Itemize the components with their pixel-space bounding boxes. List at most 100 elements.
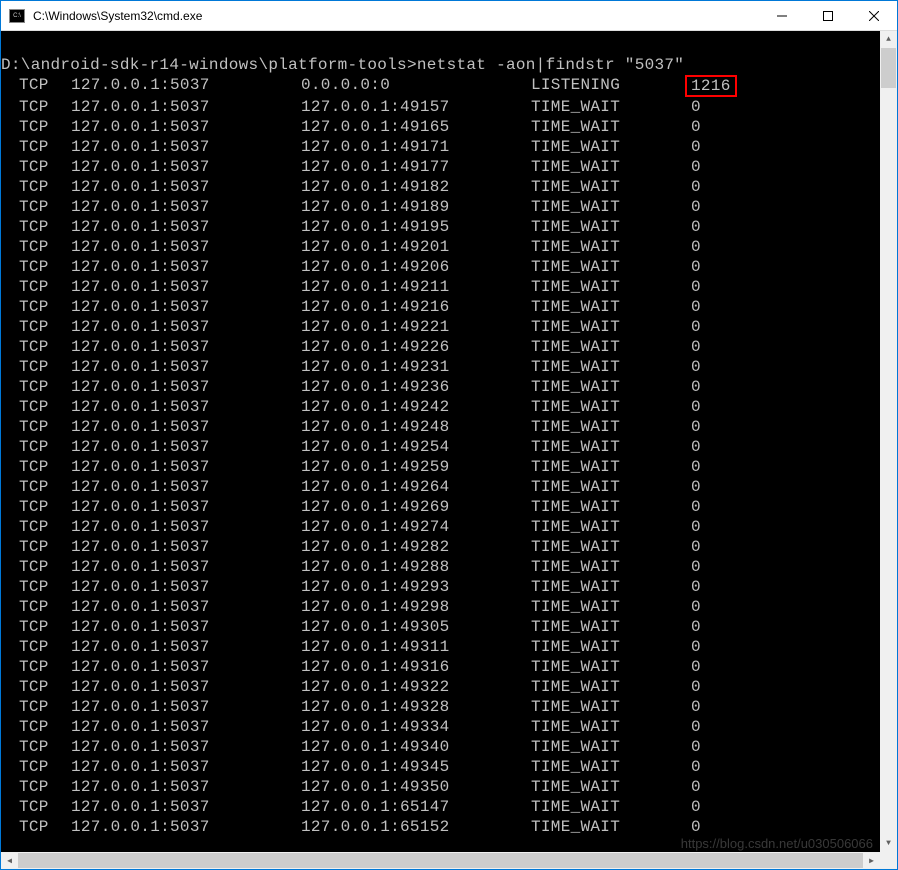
state-cell: TIME_WAIT bbox=[531, 637, 691, 657]
proto-cell: TCP bbox=[1, 237, 71, 257]
netstat-row: TCP127.0.0.1:5037127.0.0.1:49311TIME_WAI… bbox=[1, 637, 880, 657]
proto-cell: TCP bbox=[1, 817, 71, 837]
foreign-address-cell: 127.0.0.1:65152 bbox=[301, 817, 531, 837]
foreign-address-cell: 127.0.0.1:49171 bbox=[301, 137, 531, 157]
foreign-address-cell: 127.0.0.1:49350 bbox=[301, 777, 531, 797]
local-address-cell: 127.0.0.1:5037 bbox=[71, 537, 301, 557]
local-address-cell: 127.0.0.1:5037 bbox=[71, 637, 301, 657]
vertical-scrollbar[interactable]: ▲ ▼ bbox=[880, 31, 897, 852]
local-address-cell: 127.0.0.1:5037 bbox=[71, 277, 301, 297]
window-title: C:\Windows\System32\cmd.exe bbox=[31, 9, 759, 23]
pid-cell: 0 bbox=[691, 497, 771, 517]
maximize-button[interactable] bbox=[805, 1, 851, 30]
local-address-cell: 127.0.0.1:5037 bbox=[71, 737, 301, 757]
proto-cell: TCP bbox=[1, 777, 71, 797]
state-cell: TIME_WAIT bbox=[531, 537, 691, 557]
state-cell: TIME_WAIT bbox=[531, 557, 691, 577]
terminal-output[interactable]: D:\android-sdk-r14-windows\platform-tool… bbox=[1, 31, 880, 852]
local-address-cell: 127.0.0.1:5037 bbox=[71, 197, 301, 217]
vertical-scroll-track[interactable] bbox=[880, 48, 897, 835]
local-address-cell: 127.0.0.1:5037 bbox=[71, 97, 301, 117]
scroll-down-button[interactable]: ▼ bbox=[880, 835, 897, 852]
pid-cell: 0 bbox=[691, 277, 771, 297]
local-address-cell: 127.0.0.1:5037 bbox=[71, 497, 301, 517]
foreign-address-cell: 127.0.0.1:49322 bbox=[301, 677, 531, 697]
local-address-cell: 127.0.0.1:5037 bbox=[71, 237, 301, 257]
state-cell: TIME_WAIT bbox=[531, 497, 691, 517]
pid-cell: 0 bbox=[691, 297, 771, 317]
netstat-row: TCP127.0.0.1:5037127.0.0.1:49298TIME_WAI… bbox=[1, 597, 880, 617]
horizontal-scroll-track[interactable] bbox=[18, 852, 863, 869]
local-address-cell: 127.0.0.1:5037 bbox=[71, 297, 301, 317]
state-cell: TIME_WAIT bbox=[531, 297, 691, 317]
pid-cell: 0 bbox=[691, 557, 771, 577]
close-button[interactable] bbox=[851, 1, 897, 30]
state-cell: TIME_WAIT bbox=[531, 757, 691, 777]
local-address-cell: 127.0.0.1:5037 bbox=[71, 817, 301, 837]
local-address-cell: 127.0.0.1:5037 bbox=[71, 697, 301, 717]
foreign-address-cell: 127.0.0.1:49226 bbox=[301, 337, 531, 357]
horizontal-scrollbar[interactable]: ◀ ▶ bbox=[1, 852, 880, 869]
pid-cell: 0 bbox=[691, 257, 771, 277]
netstat-row: TCP127.0.0.1:5037127.0.0.1:49165TIME_WAI… bbox=[1, 117, 880, 137]
state-cell: TIME_WAIT bbox=[531, 257, 691, 277]
state-cell: TIME_WAIT bbox=[531, 817, 691, 837]
pid-cell: 0 bbox=[691, 777, 771, 797]
foreign-address-cell: 127.0.0.1:49248 bbox=[301, 417, 531, 437]
local-address-cell: 127.0.0.1:5037 bbox=[71, 457, 301, 477]
netstat-row: TCP127.0.0.1:5037127.0.0.1:49328TIME_WAI… bbox=[1, 697, 880, 717]
foreign-address-cell: 127.0.0.1:49298 bbox=[301, 597, 531, 617]
state-cell: TIME_WAIT bbox=[531, 577, 691, 597]
state-cell: TIME_WAIT bbox=[531, 517, 691, 537]
proto-cell: TCP bbox=[1, 757, 71, 777]
foreign-address-cell: 127.0.0.1:49345 bbox=[301, 757, 531, 777]
proto-cell: TCP bbox=[1, 257, 71, 277]
scroll-corner bbox=[880, 852, 897, 869]
scroll-up-button[interactable]: ▲ bbox=[880, 31, 897, 48]
netstat-row: TCP127.0.0.1:5037127.0.0.1:49259TIME_WAI… bbox=[1, 457, 880, 477]
pid-cell: 0 bbox=[691, 197, 771, 217]
pid-cell: 0 bbox=[691, 537, 771, 557]
foreign-address-cell: 127.0.0.1:49334 bbox=[301, 717, 531, 737]
foreign-address-cell: 127.0.0.1:49177 bbox=[301, 157, 531, 177]
foreign-address-cell: 127.0.0.1:49340 bbox=[301, 737, 531, 757]
netstat-row: TCP127.0.0.1:5037127.0.0.1:49157TIME_WAI… bbox=[1, 97, 880, 117]
local-address-cell: 127.0.0.1:5037 bbox=[71, 377, 301, 397]
proto-cell: TCP bbox=[1, 537, 71, 557]
proto-cell: TCP bbox=[1, 157, 71, 177]
local-address-cell: 127.0.0.1:5037 bbox=[71, 577, 301, 597]
local-address-cell: 127.0.0.1:5037 bbox=[71, 417, 301, 437]
pid-cell: 0 bbox=[691, 437, 771, 457]
pid-cell: 0 bbox=[691, 797, 771, 817]
netstat-row: TCP127.0.0.1:50370.0.0.0:0LISTENING1216 bbox=[1, 75, 880, 97]
state-cell: TIME_WAIT bbox=[531, 597, 691, 617]
foreign-address-cell: 127.0.0.1:49264 bbox=[301, 477, 531, 497]
netstat-row: TCP127.0.0.1:5037127.0.0.1:49248TIME_WAI… bbox=[1, 417, 880, 437]
horizontal-scroll-thumb[interactable] bbox=[18, 853, 863, 868]
scroll-right-button[interactable]: ▶ bbox=[863, 852, 880, 869]
local-address-cell: 127.0.0.1:5037 bbox=[71, 257, 301, 277]
netstat-row: TCP127.0.0.1:5037127.0.0.1:49216TIME_WAI… bbox=[1, 297, 880, 317]
state-cell: TIME_WAIT bbox=[531, 177, 691, 197]
minimize-button[interactable] bbox=[759, 1, 805, 30]
proto-cell: TCP bbox=[1, 417, 71, 437]
local-address-cell: 127.0.0.1:5037 bbox=[71, 617, 301, 637]
vertical-scroll-thumb[interactable] bbox=[881, 48, 896, 88]
state-cell: TIME_WAIT bbox=[531, 197, 691, 217]
local-address-cell: 127.0.0.1:5037 bbox=[71, 717, 301, 737]
state-cell: TIME_WAIT bbox=[531, 677, 691, 697]
netstat-row: TCP127.0.0.1:5037127.0.0.1:49195TIME_WAI… bbox=[1, 217, 880, 237]
proto-cell: TCP bbox=[1, 317, 71, 337]
foreign-address-cell: 127.0.0.1:49211 bbox=[301, 277, 531, 297]
scroll-left-button[interactable]: ◀ bbox=[1, 852, 18, 869]
netstat-row: TCP127.0.0.1:5037127.0.0.1:49171TIME_WAI… bbox=[1, 137, 880, 157]
state-cell: TIME_WAIT bbox=[531, 217, 691, 237]
titlebar[interactable]: C:\Windows\System32\cmd.exe bbox=[1, 1, 897, 31]
local-address-cell: 127.0.0.1:5037 bbox=[71, 677, 301, 697]
foreign-address-cell: 127.0.0.1:65147 bbox=[301, 797, 531, 817]
proto-cell: TCP bbox=[1, 117, 71, 137]
netstat-row: TCP127.0.0.1:5037127.0.0.1:49305TIME_WAI… bbox=[1, 617, 880, 637]
state-cell: TIME_WAIT bbox=[531, 797, 691, 817]
pid-cell: 0 bbox=[691, 237, 771, 257]
local-address-cell: 127.0.0.1:5037 bbox=[71, 157, 301, 177]
